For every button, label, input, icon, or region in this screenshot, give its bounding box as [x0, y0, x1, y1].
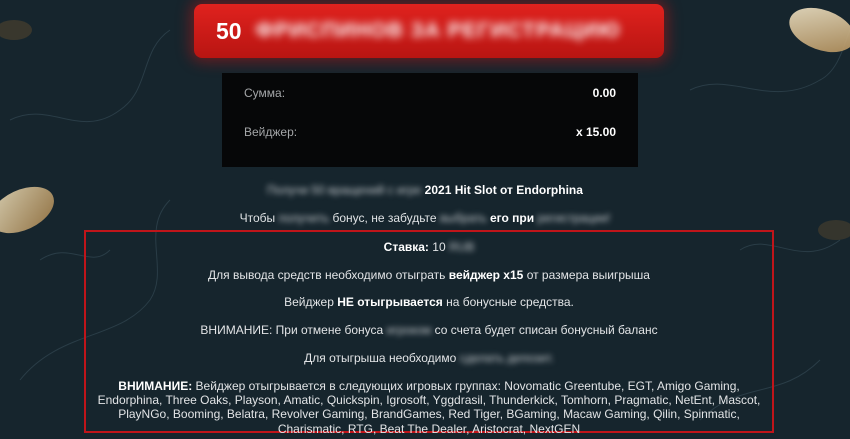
description-game: 2021 Hit Slot от Endorphina [424, 183, 583, 197]
wager-note-bold: НЕ отыгрывается [337, 295, 443, 309]
hint-blurred-1: получить [278, 211, 330, 225]
cancel-text-2: со счета будет списан бонусный баланс [434, 323, 658, 337]
wager-note-text-2: на бонусные средства. [446, 295, 574, 309]
stake-value: 10 [432, 240, 446, 254]
deposit-line: Для отыгрыша необходимо сделать депозит. [86, 351, 772, 365]
wager-note-text-1: Вейджер [284, 295, 334, 309]
wager-value: x 15.00 [575, 125, 616, 139]
hint-text-2: бонус, не забудьте [332, 211, 437, 225]
withdraw-text-2: от размера выигрыша [526, 268, 650, 282]
wager-row: Вейджер: x 15.00 [244, 122, 616, 142]
hint-blurred-3: регистрации! [537, 211, 611, 225]
cancel-blurred: игроком [386, 323, 432, 337]
groups-warning-label: ВНИМАНИЕ: [118, 379, 193, 393]
deposit-blurred: сделать депозит. [459, 351, 554, 365]
cancel-text-1: ВНИМАНИЕ: При отмене бонуса [200, 323, 384, 337]
wager-note-line: Вейджер НЕ отыгрывается на бонусные сред… [86, 295, 772, 309]
hint-bold: его при [489, 211, 535, 225]
cancel-warning-line: ВНИМАНИЕ: При отмене бонуса игроком со с… [86, 323, 772, 337]
withdraw-wager: вейджер x15 [448, 268, 524, 282]
deposit-text: Для отыгрыша необходимо [304, 351, 457, 365]
bonus-hint: Чтобы получить бонус, не забудьте выбрат… [0, 211, 850, 225]
bonus-description: Получи 50 вращений с игре 2021 Hit Slot … [0, 183, 850, 197]
stake-line: Ставка: 10 RUB [86, 240, 772, 254]
banner-number: 50 [216, 17, 242, 44]
sum-value: 0.00 [592, 86, 616, 100]
wager-label: Вейджер: [244, 125, 298, 139]
game-groups-notice: ВНИМАНИЕ: Вейджер отыгрывается в следующ… [94, 379, 764, 436]
description-blurred-text: Получи 50 вращений с игре [267, 183, 422, 197]
hint-text-1: Чтобы [239, 211, 276, 225]
bonus-summary-panel: Сумма: 0.00 Вейджер: x 15.00 [222, 73, 638, 167]
promo-banner: 50 ФРИСПИНОВ ЗА РЕГИСТРАЦИЮ [194, 4, 664, 58]
stake-currency: RUB [448, 240, 475, 254]
withdraw-line: Для вывода средств необходимо отыграть в… [86, 268, 772, 282]
hint-blurred-2: выбрать [439, 211, 487, 225]
banner-title: ФРИСПИНОВ ЗА РЕГИСТРАЦИЮ [255, 19, 621, 42]
withdraw-text-1: Для вывода средств необходимо отыграть [208, 268, 446, 282]
groups-list: Вейджер отыгрывается в следующих игровых… [97, 379, 761, 436]
sum-label: Сумма: [244, 86, 286, 100]
sum-row: Сумма: 0.00 [244, 83, 616, 103]
bonus-terms-box: Ставка: 10 RUB Для вывода средств необхо… [84, 230, 774, 436]
stake-label: Ставка: [383, 240, 429, 254]
